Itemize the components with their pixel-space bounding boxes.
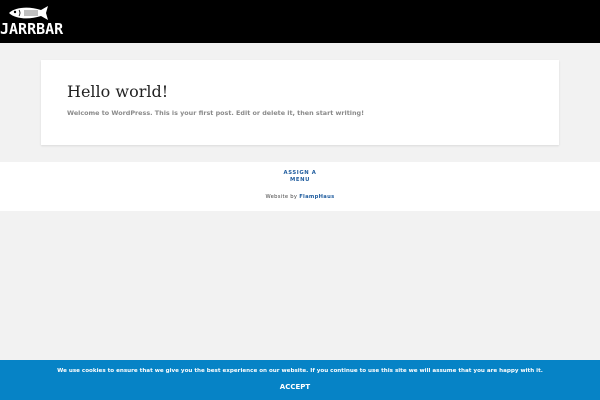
assign-menu-line2: MENU [289,176,311,183]
assign-menu-line1: ASSIGN A [283,170,317,176]
logo-text: JARRBAR [0,20,64,38]
post-title[interactable]: Hello world! [67,82,168,101]
post-card: Hello world! Welcome to WordPress. This … [41,60,559,145]
post-excerpt: Welcome to WordPress. This is your first… [67,109,365,117]
site-header: JARRBAR [0,0,600,43]
accept-cookies-button[interactable]: ACCEPT [276,381,314,394]
fish-icon [9,6,48,20]
site-footer: ASSIGN A MENU Website by FlampHaus [0,162,600,211]
cookie-notice-text: We use cookies to ensure that we give yo… [57,368,543,374]
site-logo[interactable]: JARRBAR [0,4,66,40]
cookie-notice-bar: We use cookies to ensure that we give yo… [0,360,600,400]
credit-prefix: Website by [265,194,300,200]
credit-link[interactable]: FlampHaus [299,194,334,200]
site-credit: Website by FlampHaus [0,194,600,200]
assign-menu-link[interactable]: ASSIGN A MENU [280,170,320,183]
